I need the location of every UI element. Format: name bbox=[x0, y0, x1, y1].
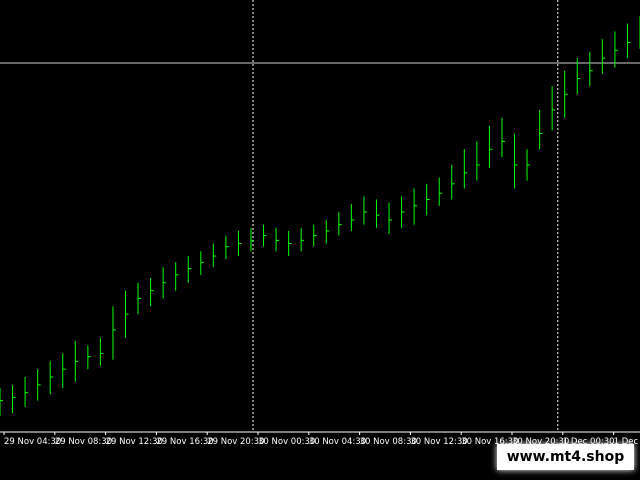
price-bar[interactable] bbox=[526, 149, 531, 181]
price-bar[interactable] bbox=[24, 377, 29, 407]
price-bar[interactable] bbox=[275, 227, 280, 252]
price-bar[interactable] bbox=[325, 219, 330, 244]
price-bar[interactable] bbox=[300, 227, 305, 252]
price-bar[interactable] bbox=[413, 188, 418, 225]
price-bar[interactable] bbox=[463, 149, 468, 189]
time-label: 29 Nov 12:30 bbox=[106, 437, 163, 447]
time-label: 29 Nov 08:30 bbox=[55, 437, 112, 447]
time-label: 29 Nov 04:30 bbox=[4, 437, 61, 447]
time-label: 29 Nov 20:30 bbox=[207, 437, 264, 447]
time-label: 30 Nov 04:30 bbox=[309, 437, 366, 447]
price-chart[interactable]: 29 Nov 04:3029 Nov 08:3029 Nov 12:3029 N… bbox=[0, 0, 640, 480]
price-bar[interactable] bbox=[237, 230, 242, 257]
price-bar[interactable] bbox=[350, 204, 355, 231]
price-bar[interactable] bbox=[87, 345, 91, 370]
price-bar[interactable] bbox=[589, 51, 593, 87]
price-bar[interactable] bbox=[626, 23, 631, 59]
price-bar[interactable] bbox=[576, 58, 581, 95]
price-bar[interactable] bbox=[0, 388, 3, 417]
price-bar[interactable] bbox=[74, 340, 79, 382]
price-bar[interactable] bbox=[375, 199, 380, 228]
price-bar[interactable] bbox=[313, 224, 317, 247]
watermark-badge: www.mt4.shop bbox=[497, 444, 634, 470]
price-bar[interactable] bbox=[37, 369, 41, 401]
price-bar[interactable] bbox=[212, 243, 217, 268]
price-bar[interactable] bbox=[62, 353, 66, 389]
price-bar[interactable] bbox=[426, 183, 430, 216]
price-bar[interactable] bbox=[476, 141, 480, 181]
price-bar[interactable] bbox=[388, 202, 393, 235]
price-bar[interactable] bbox=[601, 39, 606, 74]
time-label: 30 Nov 12:30 bbox=[410, 437, 467, 447]
price-bar[interactable] bbox=[338, 212, 342, 236]
price-bar[interactable] bbox=[250, 227, 254, 252]
grid-layer bbox=[0, 0, 640, 432]
chart-window[interactable]: 29 Nov 04:30 29 Nov 08:30 29 Nov 12:30 29 N… bbox=[0, 0, 640, 480]
price-bar[interactable] bbox=[175, 262, 179, 291]
time-label: 30 Nov 08:30 bbox=[360, 437, 417, 447]
price-bar[interactable] bbox=[288, 230, 292, 257]
price-bar[interactable] bbox=[112, 306, 116, 360]
price-bar[interactable] bbox=[150, 278, 154, 307]
price-bar[interactable] bbox=[501, 117, 505, 158]
price-bar[interactable] bbox=[137, 282, 142, 315]
price-bar[interactable] bbox=[225, 235, 229, 260]
price-bar[interactable] bbox=[12, 384, 16, 414]
price-bar[interactable] bbox=[539, 109, 543, 150]
price-bar[interactable] bbox=[564, 70, 568, 118]
price-bar[interactable] bbox=[124, 290, 129, 338]
time-label: 29 Nov 16:30 bbox=[156, 437, 213, 447]
price-bar[interactable] bbox=[614, 31, 618, 68]
price-bar[interactable] bbox=[187, 256, 192, 283]
price-bar[interactable] bbox=[438, 177, 443, 206]
price-bar[interactable] bbox=[99, 337, 104, 367]
price-bar[interactable] bbox=[401, 196, 405, 228]
price-bar[interactable] bbox=[363, 196, 367, 225]
price-bar[interactable] bbox=[200, 251, 204, 275]
time-label: 30 Nov 00:30 bbox=[258, 437, 315, 447]
price-bar[interactable] bbox=[263, 224, 267, 247]
price-bar[interactable] bbox=[451, 164, 455, 200]
price-bar[interactable] bbox=[551, 86, 556, 131]
price-bars-layer bbox=[0, 15, 640, 417]
price-bar[interactable] bbox=[514, 133, 518, 189]
price-bar[interactable] bbox=[49, 361, 54, 395]
price-bar[interactable] bbox=[162, 267, 167, 299]
price-bar[interactable] bbox=[488, 125, 493, 169]
